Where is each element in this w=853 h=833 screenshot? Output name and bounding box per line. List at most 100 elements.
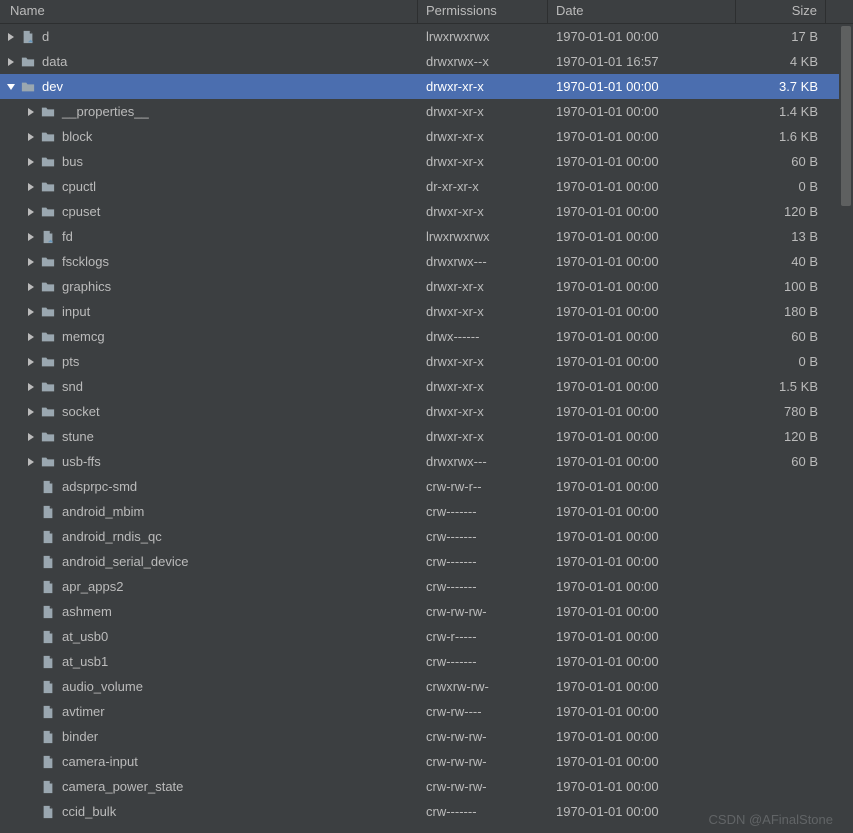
name-cell[interactable]: ccid_bulk xyxy=(0,804,418,820)
name-cell[interactable]: android_rndis_qc xyxy=(0,529,418,545)
date: 1970-01-01 00:00 xyxy=(548,679,736,694)
name-cell[interactable]: binder xyxy=(0,729,418,745)
table-row[interactable]: at_usb0crw-r-----1970-01-01 00:00 xyxy=(0,624,853,649)
name-cell[interactable]: data xyxy=(0,54,418,70)
name-cell[interactable]: android_serial_device xyxy=(0,554,418,570)
table-row[interactable]: android_rndis_qccrw-------1970-01-01 00:… xyxy=(0,524,853,549)
table-row[interactable]: devdrwxr-xr-x1970-01-01 00:003.7 KB xyxy=(0,74,853,99)
table-row[interactable]: busdrwxr-xr-x1970-01-01 00:0060 B xyxy=(0,149,853,174)
permissions: lrwxrwxrwx xyxy=(418,29,548,44)
name-cell[interactable]: pts xyxy=(0,354,418,370)
scrollbar[interactable] xyxy=(839,24,853,833)
table-row[interactable]: android_mbimcrw-------1970-01-01 00:00 xyxy=(0,499,853,524)
table-row[interactable]: ptsdrwxr-xr-x1970-01-01 00:000 B xyxy=(0,349,853,374)
table-row[interactable]: memcgdrwx------1970-01-01 00:0060 B xyxy=(0,324,853,349)
file-name: avtimer xyxy=(62,704,105,719)
name-cell[interactable]: socket xyxy=(0,404,418,420)
name-cell[interactable]: ashmem xyxy=(0,604,418,620)
table-row[interactable]: cpuctldr-xr-xr-x1970-01-01 00:000 B xyxy=(0,174,853,199)
chevron-right-icon[interactable] xyxy=(24,180,38,194)
table-row[interactable]: adsprpc-smdcrw-rw-r--1970-01-01 00:00 xyxy=(0,474,853,499)
chevron-right-icon[interactable] xyxy=(24,230,38,244)
header-size[interactable]: Size xyxy=(736,0,826,23)
date: 1970-01-01 00:00 xyxy=(548,579,736,594)
name-cell[interactable]: dev xyxy=(0,79,418,95)
header-name[interactable]: Name xyxy=(0,0,418,23)
name-cell[interactable]: fd xyxy=(0,229,418,245)
table-row[interactable]: camera_power_statecrw-rw-rw-1970-01-01 0… xyxy=(0,774,853,799)
folder-icon xyxy=(40,454,56,470)
name-cell[interactable]: d xyxy=(0,29,418,45)
name-cell[interactable]: snd xyxy=(0,379,418,395)
table-row[interactable]: socketdrwxr-xr-x1970-01-01 00:00780 B xyxy=(0,399,853,424)
table-row[interactable]: cpusetdrwxr-xr-x1970-01-01 00:00120 B xyxy=(0,199,853,224)
table-row[interactable]: usb-ffsdrwxrwx---1970-01-01 00:0060 B xyxy=(0,449,853,474)
file-size: 180 B xyxy=(736,304,826,319)
header-date[interactable]: Date xyxy=(548,0,736,23)
table-row[interactable]: fscklogsdrwxrwx---1970-01-01 00:0040 B xyxy=(0,249,853,274)
name-cell[interactable]: memcg xyxy=(0,329,418,345)
table-row[interactable]: camera-inputcrw-rw-rw-1970-01-01 00:00 xyxy=(0,749,853,774)
name-cell[interactable]: camera-input xyxy=(0,754,418,770)
chevron-right-icon[interactable] xyxy=(24,130,38,144)
name-cell[interactable]: at_usb0 xyxy=(0,629,418,645)
table-row[interactable]: at_usb1crw-------1970-01-01 00:00 xyxy=(0,649,853,674)
name-cell[interactable]: input xyxy=(0,304,418,320)
name-cell[interactable]: __properties__ xyxy=(0,104,418,120)
folder-icon xyxy=(40,304,56,320)
name-cell[interactable]: cpuctl xyxy=(0,179,418,195)
chevron-right-icon[interactable] xyxy=(24,305,38,319)
name-cell[interactable]: stune xyxy=(0,429,418,445)
name-cell[interactable]: camera_power_state xyxy=(0,779,418,795)
name-cell[interactable]: avtimer xyxy=(0,704,418,720)
name-cell[interactable]: block xyxy=(0,129,418,145)
permissions: dr-xr-xr-x xyxy=(418,179,548,194)
chevron-right-icon[interactable] xyxy=(24,355,38,369)
table-row[interactable]: __properties__drwxr-xr-x1970-01-01 00:00… xyxy=(0,99,853,124)
name-cell[interactable]: adsprpc-smd xyxy=(0,479,418,495)
permissions: drwxr-xr-x xyxy=(418,279,548,294)
table-row[interactable]: apr_apps2crw-------1970-01-01 00:00 xyxy=(0,574,853,599)
chevron-right-icon[interactable] xyxy=(24,405,38,419)
name-cell[interactable]: at_usb1 xyxy=(0,654,418,670)
chevron-right-icon[interactable] xyxy=(24,430,38,444)
date: 1970-01-01 00:00 xyxy=(548,429,736,444)
permissions: lrwxrwxrwx xyxy=(418,229,548,244)
name-cell[interactable]: graphics xyxy=(0,279,418,295)
chevron-right-icon[interactable] xyxy=(24,380,38,394)
name-cell[interactable]: bus xyxy=(0,154,418,170)
chevron-right-icon[interactable] xyxy=(4,30,18,44)
table-row[interactable]: graphicsdrwxr-xr-x1970-01-01 00:00100 B xyxy=(0,274,853,299)
name-cell[interactable]: android_mbim xyxy=(0,504,418,520)
table-row[interactable]: datadrwxrwx--x1970-01-01 16:574 KB xyxy=(0,49,853,74)
table-row[interactable]: audio_volumecrwxrw-rw-1970-01-01 00:00 xyxy=(0,674,853,699)
chevron-right-icon[interactable] xyxy=(24,155,38,169)
name-cell[interactable]: usb-ffs xyxy=(0,454,418,470)
chevron-right-icon[interactable] xyxy=(24,105,38,119)
name-cell[interactable]: apr_apps2 xyxy=(0,579,418,595)
table-row[interactable]: avtimercrw-rw----1970-01-01 00:00 xyxy=(0,699,853,724)
table-row[interactable]: stunedrwxr-xr-x1970-01-01 00:00120 B xyxy=(0,424,853,449)
table-row[interactable]: ashmemcrw-rw-rw-1970-01-01 00:00 xyxy=(0,599,853,624)
name-cell[interactable]: fscklogs xyxy=(0,254,418,270)
table-row[interactable]: android_serial_devicecrw-------1970-01-0… xyxy=(0,549,853,574)
chevron-right-icon[interactable] xyxy=(24,455,38,469)
name-cell[interactable]: audio_volume xyxy=(0,679,418,695)
file-name: graphics xyxy=(62,279,111,294)
chevron-right-icon[interactable] xyxy=(24,255,38,269)
header-permissions[interactable]: Permissions xyxy=(418,0,548,23)
scroll-thumb[interactable] xyxy=(841,26,851,206)
table-row[interactable]: blockdrwxr-xr-x1970-01-01 00:001.6 KB xyxy=(0,124,853,149)
table-row[interactable]: fdlrwxrwxrwx1970-01-01 00:0013 B xyxy=(0,224,853,249)
chevron-right-icon[interactable] xyxy=(4,55,18,69)
table-row[interactable]: inputdrwxr-xr-x1970-01-01 00:00180 B xyxy=(0,299,853,324)
permissions: drwxr-xr-x xyxy=(418,154,548,169)
table-row[interactable]: bindercrw-rw-rw-1970-01-01 00:00 xyxy=(0,724,853,749)
table-row[interactable]: dlrwxrwxrwx1970-01-01 00:0017 B xyxy=(0,24,853,49)
name-cell[interactable]: cpuset xyxy=(0,204,418,220)
table-row[interactable]: snddrwxr-xr-x1970-01-01 00:001.5 KB xyxy=(0,374,853,399)
chevron-down-icon[interactable] xyxy=(4,80,18,94)
chevron-right-icon[interactable] xyxy=(24,280,38,294)
chevron-right-icon[interactable] xyxy=(24,205,38,219)
chevron-right-icon[interactable] xyxy=(24,330,38,344)
